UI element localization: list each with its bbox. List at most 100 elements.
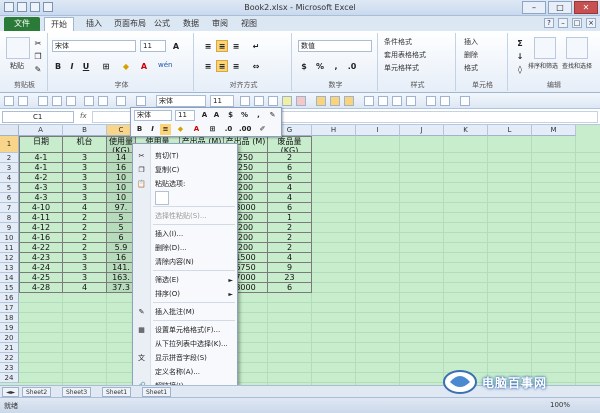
row-header[interactable]: 9 (0, 223, 19, 233)
mini-font-box[interactable]: 宋体 (134, 110, 172, 121)
data-cell[interactable]: 4 (63, 203, 107, 213)
cell-styles-button[interactable]: 单元格样式 (384, 63, 419, 73)
header-cell[interactable]: 废品量 (KG) (268, 136, 312, 153)
sheet-tab-sheet3[interactable]: Sheet3 (62, 387, 92, 397)
toolbar-align-center-icon[interactable] (330, 96, 340, 106)
mini-bold-button[interactable]: B (134, 124, 145, 135)
print-icon[interactable] (84, 96, 94, 106)
toolbar-outdent-icon[interactable] (440, 96, 450, 106)
row-header[interactable]: 14 (0, 273, 19, 283)
format-painter-icon[interactable]: ✎ (32, 63, 44, 75)
data-cell[interactable]: 4-16 (19, 233, 63, 243)
mini-border-icon[interactable]: ⊞ (207, 124, 218, 135)
data-cell[interactable]: 4-24 (19, 263, 63, 273)
wrap-text-icon[interactable]: ↵ (250, 40, 262, 52)
data-cell[interactable]: 3 (63, 193, 107, 203)
data-cell[interactable]: 2 (268, 243, 312, 253)
sheet-tab-sheet1a[interactable]: Sheet1 (102, 387, 132, 397)
data-cell[interactable]: 23 (268, 273, 312, 283)
row-header[interactable]: 5 (0, 183, 19, 193)
paste-button-label[interactable]: 粘贴 (10, 61, 24, 71)
bold-button[interactable]: B (52, 60, 64, 72)
align-left-icon[interactable]: ≡ (202, 60, 214, 72)
row-header[interactable]: 24 (0, 373, 19, 383)
toolbar-decimal-icon[interactable] (406, 96, 416, 106)
insert-cells-button[interactable]: 插入 (464, 37, 478, 47)
toolbar-comma-icon[interactable] (392, 96, 402, 106)
fx-icon[interactable]: fx (80, 112, 87, 120)
data-cell[interactable]: 3 (63, 173, 107, 183)
clear-icon[interactable]: ◊ (514, 63, 526, 75)
toolbar-underline-icon[interactable] (268, 96, 278, 106)
row-header[interactable]: 8 (0, 213, 19, 223)
mini-center-icon[interactable]: ≡ (160, 124, 171, 135)
sort-filter-icon[interactable] (534, 37, 556, 59)
tab-home[interactable]: 开始 (44, 17, 74, 31)
data-cell[interactable]: 4-2 (19, 173, 63, 183)
data-cell[interactable]: 6 (268, 283, 312, 293)
data-cell[interactable]: 4-11 (19, 213, 63, 223)
new-file-icon[interactable] (38, 96, 48, 106)
font-name-box[interactable]: 宋体 (52, 40, 136, 52)
toolbar-currency-icon[interactable] (364, 96, 374, 106)
maximize-button[interactable]: □ (548, 1, 572, 14)
tab-formulas[interactable]: 公式 (148, 17, 176, 31)
data-cell[interactable]: 3 (63, 263, 107, 273)
mini-italic-button[interactable]: I (147, 124, 158, 135)
data-cell[interactable]: 4-10 (19, 203, 63, 213)
row-header[interactable]: 22 (0, 353, 19, 363)
fill-icon[interactable]: ↓ (514, 50, 526, 62)
column-header-i[interactable]: I (356, 125, 400, 136)
align-middle-icon[interactable]: ≡ (216, 40, 228, 52)
menu-item-6[interactable]: 清除内容(N) (133, 256, 237, 269)
number-format-box[interactable]: 数值 (298, 40, 372, 52)
menu-item-8[interactable]: 排序(O) ► (133, 288, 237, 301)
mini-size-box[interactable]: 11 (175, 110, 195, 121)
copy-icon[interactable]: ❐ (32, 50, 44, 62)
data-cell[interactable]: 2 (63, 223, 107, 233)
redo-icon[interactable] (18, 96, 28, 106)
preview-icon[interactable] (98, 96, 108, 106)
minimize-button[interactable]: – (522, 1, 546, 14)
row-header[interactable]: 11 (0, 243, 19, 253)
menu-item-9[interactable]: ✎ 插入批注(M) (133, 306, 237, 319)
phonetic-guide-button[interactable]: wén (158, 61, 172, 69)
row-header[interactable]: 4 (0, 173, 19, 183)
toolbar-font-box[interactable]: 宋体 (156, 95, 206, 107)
close-button[interactable]: ✕ (574, 1, 598, 14)
data-cell[interactable]: 2 (63, 213, 107, 223)
data-cell[interactable]: 3 (63, 253, 107, 263)
data-cell[interactable]: 3 (63, 183, 107, 193)
zoom-level[interactable]: 100% (550, 401, 570, 409)
column-header-m[interactable]: M (532, 125, 576, 136)
data-cell[interactable]: 4 (268, 193, 312, 203)
mini-font-color-icon[interactable]: A (191, 124, 202, 135)
ribbon-close-icon[interactable]: × (586, 18, 596, 28)
mini-percent-icon[interactable]: % (239, 110, 250, 121)
tab-review[interactable]: 审阅 (206, 17, 234, 31)
sum-icon[interactable]: Σ (514, 37, 526, 49)
format-as-table-button[interactable]: 套用表格格式 (384, 50, 426, 60)
row-header[interactable]: 3 (0, 163, 19, 173)
data-cell[interactable]: 2 (268, 153, 312, 163)
tab-file[interactable]: 文件 (4, 17, 40, 31)
menu-item-11[interactable]: 从下拉列表中选择(K)... (133, 338, 237, 351)
delete-cells-button[interactable]: 删除 (464, 50, 478, 60)
column-header-k[interactable]: K (444, 125, 488, 136)
paste-option-icon[interactable] (155, 191, 169, 205)
data-cell[interactable]: 4-1 (19, 163, 63, 173)
row-header[interactable]: 13 (0, 263, 19, 273)
data-cell[interactable]: 6 (268, 173, 312, 183)
table-icon[interactable] (136, 96, 146, 106)
grow-font-icon[interactable]: A (170, 40, 182, 52)
tab-view[interactable]: 视图 (235, 17, 263, 31)
name-box[interactable]: C1 (2, 111, 74, 123)
ribbon-restore-icon[interactable]: □ (572, 18, 582, 28)
data-cell[interactable]: 4-28 (19, 283, 63, 293)
merge-center-icon[interactable]: ⇔ (250, 60, 262, 72)
menu-item-10[interactable]: ▦ 设置单元格格式(F)... (133, 324, 237, 337)
increase-decimal-icon[interactable]: .0 (346, 60, 358, 72)
menu-item-5[interactable]: 删除(D)... (133, 242, 237, 255)
data-cell[interactable]: 4-22 (19, 243, 63, 253)
mini-comma-icon[interactable]: , (253, 110, 264, 121)
